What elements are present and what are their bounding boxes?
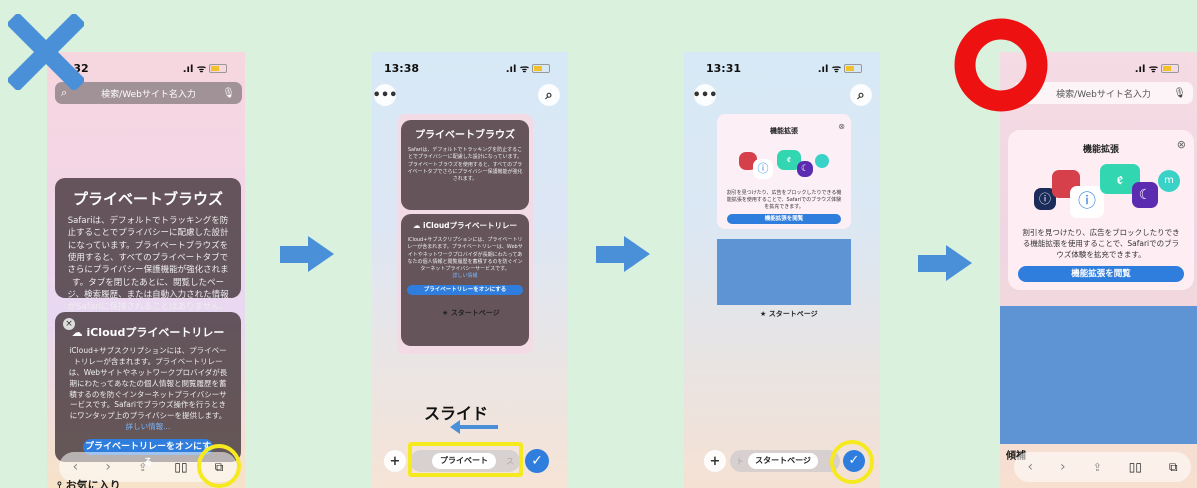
extension-app-icon-3: m bbox=[1158, 170, 1180, 192]
checkmark-icon[interactable]: ✓ bbox=[525, 449, 549, 473]
battery-icon bbox=[1161, 63, 1179, 73]
book-icon[interactable]: ▯▯ bbox=[1129, 460, 1142, 474]
extensions-title: 機能拡張 bbox=[770, 127, 798, 135]
search-placeholder: 検索/Webサイト名入力 bbox=[101, 89, 196, 100]
extension-app-icon-3 bbox=[815, 154, 829, 168]
extensions-body: 割引を見つけたり、広告をブロックしたりできる機能拡張を使用することで、Safar… bbox=[1022, 228, 1180, 259]
tab-preview[interactable]: プライベートブラウズ Safariは、デフォルトでトラッキングを防止することでプ… bbox=[397, 114, 533, 354]
back-icon[interactable]: ‹ bbox=[1027, 459, 1033, 475]
back-icon[interactable]: ‹ bbox=[73, 459, 79, 475]
relay-on-button[interactable]: プライベートリレーをオンにする bbox=[407, 284, 523, 295]
start-page-label: ★ スタートページ bbox=[760, 310, 818, 318]
info-icon: ⓘ bbox=[753, 159, 773, 179]
close-icon[interactable]: × bbox=[63, 318, 75, 330]
private-browse-body: Safariは、デフォルトでトラッキングを防止することでプライバシーに配慮した設… bbox=[67, 216, 229, 313]
signal-icons: .ıl ᯤ bbox=[818, 61, 862, 75]
tab-start-page[interactable]: スタートページ bbox=[748, 453, 818, 469]
circle-mark-icon bbox=[954, 18, 1048, 112]
tab-partial[interactable]: ト bbox=[736, 456, 744, 467]
forward-icon[interactable]: › bbox=[105, 459, 111, 475]
pin-icon: ⫯ bbox=[57, 479, 62, 488]
plus-icon[interactable]: + bbox=[384, 450, 406, 472]
extensions-title: 機能拡張 bbox=[1082, 145, 1119, 155]
start-page-label: ★ スタートページ bbox=[442, 309, 500, 317]
start-page-text: スタートページ bbox=[768, 310, 818, 318]
relay-card: ☁ iCloudプライベートリレー iCloud+サブスクリプションには、プライ… bbox=[401, 214, 529, 346]
share-icon[interactable]: ⇪ bbox=[1093, 461, 1102, 474]
info-icon-2: ⓘ bbox=[1070, 186, 1104, 218]
moon-icon: ☾ bbox=[1132, 182, 1158, 208]
battery-icon bbox=[209, 63, 227, 73]
hidden-preview-area bbox=[717, 239, 851, 305]
signal-icons: .ıl ᯤ bbox=[506, 61, 550, 75]
extensions-browse-button[interactable]: 機能拡張を閲覧 bbox=[1018, 266, 1184, 282]
search-icon[interactable]: ⌕ bbox=[538, 84, 560, 106]
status-bar: 13:38 .ıl ᯤ bbox=[372, 60, 568, 76]
signal-icons: .ıl ᯤ bbox=[1135, 61, 1179, 75]
mic-icon: 🎙 bbox=[1173, 87, 1186, 99]
screen-panel-2: 13:38 .ıl ᯤ ••• ⌕ プライベートブラウズ Safariは、デフォ… bbox=[372, 52, 568, 488]
moon-icon: ☾ bbox=[797, 161, 813, 177]
signal-icons: .ıl ᯤ bbox=[183, 61, 227, 75]
private-browse-body: Safariは、デフォルトでトラッキングを防止することでプライバシーに配慮した設… bbox=[407, 147, 523, 182]
close-icon[interactable]: ⊗ bbox=[838, 122, 845, 131]
extensions-body: 割引を見つけたり、広告をブロックしたりできる機能拡張を使用することで、Safar… bbox=[726, 190, 842, 210]
status-bar: 13:31 .ıl ᯤ bbox=[684, 60, 880, 76]
more-icon[interactable]: ••• bbox=[373, 84, 397, 106]
tabs-icon[interactable]: ⧉ bbox=[1169, 460, 1178, 475]
close-icon[interactable]: ⊗ bbox=[1177, 138, 1186, 151]
extensions-card: 機能拡張 ⊗ ⓘ ⓘ ꬲ ☾ m 割引を見つけたり、広告をブロックしたりできる機… bbox=[1008, 130, 1194, 290]
mic-icon: 🎙 bbox=[222, 87, 235, 99]
screen-panel-1: :32 .ıl ᯤ ⌕ 検索/Webサイト名入力 🎙 プライベートブラウズ Sa… bbox=[47, 52, 245, 488]
private-browse-title: プライベートブラウズ bbox=[72, 190, 223, 208]
relay-link[interactable]: 詳しい情報 bbox=[407, 273, 523, 280]
favorites-text: お気に入り bbox=[65, 479, 121, 488]
private-browse-title: プライベートブラウズ bbox=[415, 130, 515, 141]
forward-icon[interactable]: › bbox=[1060, 459, 1066, 475]
relay-title: iCloudプライベートリレー bbox=[423, 221, 518, 230]
favorites-label: ⫯ お気に入り bbox=[57, 477, 121, 488]
highlight-tabs-button bbox=[197, 444, 241, 488]
relay-link[interactable]: 詳しい情報... bbox=[67, 422, 229, 433]
extensions-card: 機能拡張 ⊗ ⓘ ꬲ ☾ 割引を見つけたり、広告をブロックしたりできる機能拡張を… bbox=[717, 114, 851, 229]
book-icon[interactable]: ▯▯ bbox=[174, 460, 187, 474]
icloud-icon: ☁ bbox=[412, 221, 421, 230]
relay-body: iCloud+サブスクリプションには、プライベートリレーが含まれます。プライベー… bbox=[407, 237, 523, 272]
bottom-toolbar: ‹ › ⇪ ▯▯ ⧉ bbox=[1014, 452, 1191, 482]
battery-icon bbox=[532, 63, 550, 73]
relay-title: iCloudプライベートリレー bbox=[86, 326, 225, 339]
screen-panel-3: 13:31 .ıl ᯤ ••• ⌕ 機能拡張 ⊗ ⓘ ꬲ ☾ 割引を見つけたり、… bbox=[684, 52, 880, 488]
screen-panel-4: .ıl ᯤ 検索/Webサイト名入力 🎙 機能拡張 ⊗ ⓘ ⓘ ꬲ ☾ m 割引… bbox=[1000, 52, 1197, 488]
cross-mark-icon bbox=[8, 14, 84, 90]
relay-body: iCloud+サブスクリプションには、プライベートリレーが含まれます。プライベー… bbox=[68, 346, 228, 421]
private-browse-card: プライベートブラウズ Safariは、デフォルトでトラッキングを防止することでプ… bbox=[401, 120, 529, 210]
plus-icon[interactable]: + bbox=[704, 450, 726, 472]
highlight-private-tab bbox=[408, 442, 523, 477]
private-browse-card: プライベートブラウズ Safariは、デフォルトでトラッキングを防止することでプ… bbox=[55, 178, 241, 312]
status-time: 13:38 bbox=[384, 62, 420, 75]
battery-icon bbox=[844, 63, 862, 73]
search-placeholder: 検索/Webサイト名入力 bbox=[1056, 89, 1151, 100]
hidden-preview-area bbox=[1000, 306, 1197, 444]
start-page-text: スタートページ bbox=[450, 309, 500, 317]
more-icon[interactable]: ••• bbox=[693, 84, 717, 106]
status-time: 13:31 bbox=[706, 62, 742, 75]
extensions-browse-button[interactable]: 機能拡張を閲覧 bbox=[727, 214, 841, 224]
search-icon[interactable]: ⌕ bbox=[850, 84, 872, 106]
relay-card: × ☁ iCloudプライベートリレー iCloud+サブスクリプションには、プ… bbox=[55, 312, 241, 468]
share-icon[interactable]: ⇪ bbox=[138, 461, 147, 474]
highlight-done-button bbox=[830, 440, 874, 484]
